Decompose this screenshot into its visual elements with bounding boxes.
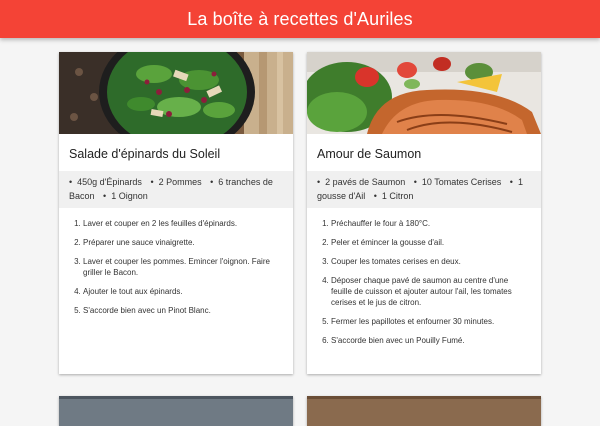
spinach-salad-image: [59, 52, 293, 134]
step-item: Laver et couper les pommes. Emincer l'oi…: [83, 256, 281, 278]
ingredient-item: 450g d'Épinards: [69, 177, 142, 187]
recipe-image-partial: [307, 396, 541, 426]
steps-list: Préchauffer le four à 180°C. Peler et ém…: [307, 208, 541, 346]
step-item: Peler et émincer la gousse d'ail.: [331, 237, 529, 248]
step-item: Couper les tomates cerises en deux.: [331, 256, 529, 267]
recipe-card-spinach-salad: Salade d'épinards du Soleil 450g d'Épina…: [59, 52, 293, 374]
app-header: La boîte à recettes d'Auriles: [0, 0, 600, 38]
recipe-card-partial-left: [59, 396, 293, 426]
recipe-title: Amour de Saumon: [317, 147, 422, 161]
app-title: La boîte à recettes d'Auriles: [187, 8, 413, 29]
ingredients-list: 2 pavés de Saumon 10 Tomates Cerises 1 g…: [307, 171, 541, 208]
step-item: Préchauffer le four à 180°C.: [331, 218, 529, 229]
step-item: S'accorde bien avec un Pinot Blanc.: [83, 305, 281, 316]
recipe-card-partial-right: [307, 396, 541, 426]
ingredient-item: 10 Tomates Cerises: [414, 177, 502, 187]
ingredients-list: 450g d'Épinards 2 Pommes 6 tranches de B…: [59, 171, 293, 208]
step-item: Laver et couper en 2 les feuilles d'épin…: [83, 218, 281, 229]
steps-list: Laver et couper en 2 les feuilles d'épin…: [59, 208, 293, 316]
ingredient-item: 1 Citron: [374, 191, 414, 201]
ingredient-item: 1 Oignon: [103, 191, 148, 201]
recipe-title: Salade d'épinards du Soleil: [69, 147, 221, 161]
step-item: Fermer les papillotes et enfourner 30 mi…: [331, 316, 529, 327]
step-item: S'accorde bien avec un Pouilly Fumé.: [331, 335, 529, 346]
recipe-card-salmon: Amour de Saumon 2 pavés de Saumon 10 Tom…: [307, 52, 541, 374]
ingredient-item: 2 pavés de Saumon: [317, 177, 405, 187]
ingredient-item: 2 Pommes: [150, 177, 201, 187]
recipe-image-partial: [59, 396, 293, 426]
salmon-dish-image: [307, 52, 541, 134]
step-item: Préparer une sauce vinaigrette.: [83, 237, 281, 248]
step-item: Déposer chaque pavé de saumon au centre …: [331, 275, 529, 308]
step-item: Ajouter le tout aux épinards.: [83, 286, 281, 297]
